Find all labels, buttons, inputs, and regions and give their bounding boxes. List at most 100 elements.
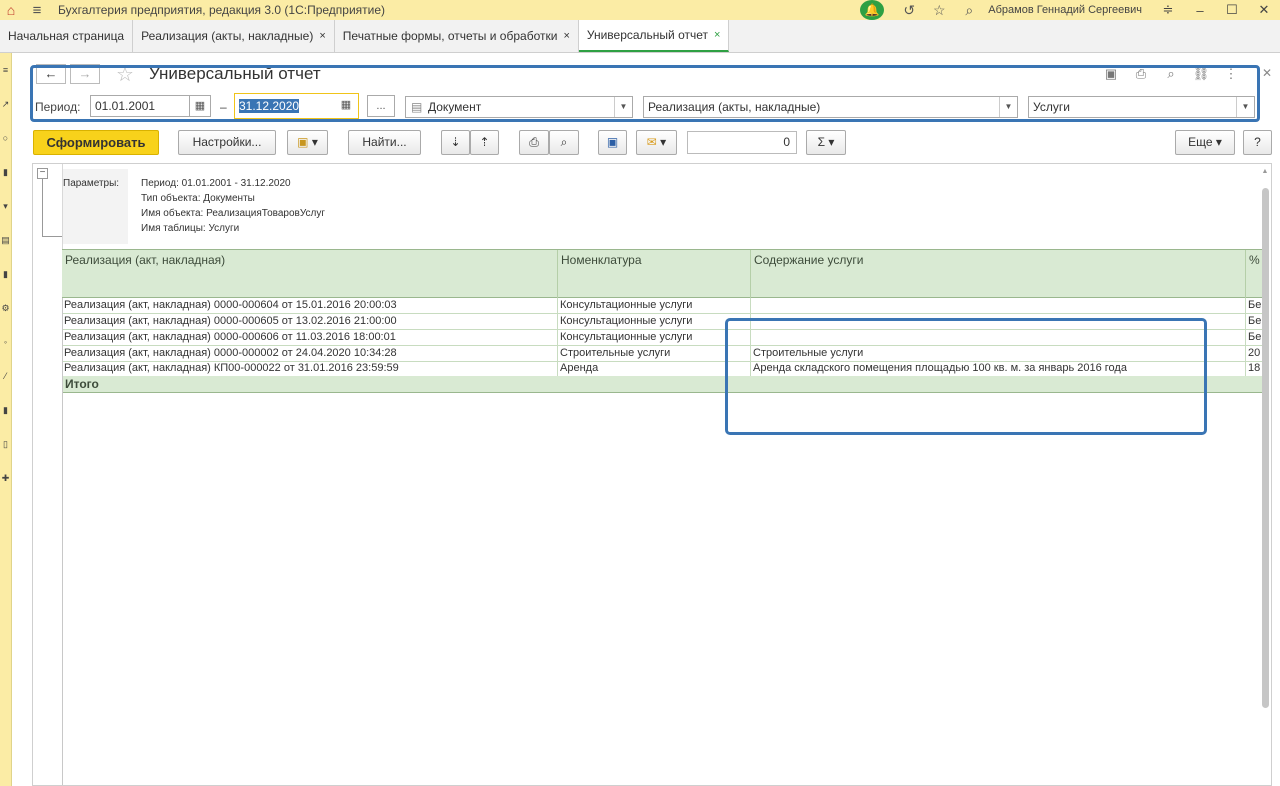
send-email-button[interactable]: ✉ ▾ xyxy=(636,130,677,155)
chevron-down-icon[interactable]: ▼ xyxy=(999,97,1017,117)
calendar-from-icon[interactable]: ▦ xyxy=(189,95,211,117)
settings-menu-icon[interactable]: ≑ xyxy=(1152,2,1184,18)
period-label: Период: xyxy=(35,100,81,114)
section-icon[interactable]: ◦ xyxy=(0,325,11,359)
back-button[interactable]: ← xyxy=(36,64,66,84)
variants-button[interactable]: ▣ ▾ xyxy=(287,130,328,155)
section-icon[interactable]: ⚙ xyxy=(0,291,11,325)
calendar-to-icon[interactable]: ▦ xyxy=(335,95,357,117)
help-button[interactable]: ? xyxy=(1243,130,1272,155)
tab-label: Реализация (акты, накладные) xyxy=(141,29,314,43)
table-cell[interactable]: Строительные услуги xyxy=(751,346,1246,361)
chevron-down-icon[interactable]: ▼ xyxy=(614,97,632,117)
close-tab-icon[interactable]: × xyxy=(319,30,325,42)
save-icon[interactable]: ▣ xyxy=(1096,66,1126,82)
table-cell[interactable] xyxy=(751,314,1246,329)
collapse-group-icon[interactable]: − xyxy=(37,168,48,179)
close-window-icon[interactable]: ✕ xyxy=(1248,2,1280,18)
sort-desc-icon[interactable]: ⇣ xyxy=(441,130,470,155)
table-cell[interactable]: Консультационные услуги xyxy=(558,330,751,345)
section-icon[interactable]: ▯ xyxy=(0,427,11,461)
scroll-thumb[interactable] xyxy=(1262,188,1269,708)
search-icon[interactable]: ⌕ xyxy=(954,2,984,19)
section-icon[interactable]: ↗ xyxy=(0,87,11,121)
favorites-star-icon[interactable]: ☆ xyxy=(924,2,954,19)
column-header[interactable]: Содержание услуги xyxy=(751,250,1246,298)
history-icon[interactable]: ↺ xyxy=(894,2,924,19)
print-button-icon[interactable]: ⎙ xyxy=(519,130,549,155)
section-icon[interactable]: ▮ xyxy=(0,155,11,189)
column-header[interactable]: Реализация (акт, накладная) xyxy=(62,250,558,298)
favorite-star-icon[interactable]: ☆ xyxy=(116,62,134,87)
section-icon[interactable]: ✚ xyxy=(0,461,11,495)
table-row[interactable]: Реализация (акт, накладная) 0000-000604 … xyxy=(62,298,1262,314)
table-row[interactable]: Реализация (акт, накладная) 0000-000605 … xyxy=(62,314,1262,330)
close-tab-icon[interactable]: × xyxy=(714,29,720,41)
table-cell[interactable]: Реализация (акт, накладная) КП00-000022 … xyxy=(62,361,558,376)
find-button[interactable]: Найти... xyxy=(348,130,421,155)
1c-logo-icon[interactable]: ⌂ xyxy=(0,0,22,20)
more-vert-icon[interactable]: ⋮ xyxy=(1216,66,1246,82)
section-icon[interactable]: ▮ xyxy=(0,393,11,427)
link-icon[interactable]: ⛓ xyxy=(1186,66,1216,82)
param-line: Имя объекта: РеализацияТоваровУслуг xyxy=(141,208,325,219)
section-icon[interactable]: ▤ xyxy=(0,223,11,257)
tab-sales-docs[interactable]: Реализация (акты, накладные) × xyxy=(133,20,335,52)
scroll-up-icon[interactable]: ▲ xyxy=(1259,168,1271,175)
section-icon[interactable]: ≡ xyxy=(0,53,11,87)
number-field[interactable]: 0 xyxy=(687,131,797,154)
date-to-value: 31.12.2020 xyxy=(239,99,300,113)
menu-icon[interactable]: ≡ xyxy=(22,2,52,19)
sort-asc-icon[interactable]: ⇡ xyxy=(470,130,499,155)
notifications-bell-icon[interactable]: 🔔 xyxy=(860,0,885,20)
table-cell[interactable]: Реализация (акт, накладная) 0000-000002 … xyxy=(62,346,558,361)
table-cell[interactable]: Реализация (акт, накладная) 0000-000604 … xyxy=(62,298,558,313)
table-row[interactable]: Реализация (акт, накладная) КП00-000022 … xyxy=(62,361,1262,377)
table-cell[interactable]: Реализация (акт, накладная) 0000-000606 … xyxy=(62,330,558,345)
settings-button[interactable]: Настройки... xyxy=(178,130,276,155)
preview-icon[interactable]: ⌕ xyxy=(1156,66,1186,82)
minimize-icon[interactable]: – xyxy=(1184,3,1216,18)
period-select-button[interactable]: ... xyxy=(367,95,395,117)
user-name[interactable]: Абрамов Геннадий Сергеевич xyxy=(988,4,1142,16)
section-icon[interactable]: ○ xyxy=(0,121,11,155)
print-preview-icon[interactable]: ⌕ xyxy=(549,130,579,155)
total-row[interactable]: Итого xyxy=(62,376,1262,393)
save-button-icon[interactable]: ▣ xyxy=(598,130,627,155)
table-cell[interactable]: Консультационные услуги xyxy=(558,298,751,313)
table-cell[interactable] xyxy=(751,330,1246,345)
table-cell[interactable]: Реализация (акт, накладная) 0000-000605 … xyxy=(62,314,558,329)
section-icon[interactable]: ▾ xyxy=(0,189,11,223)
generate-button[interactable]: Сформировать xyxy=(33,130,159,155)
tab-home[interactable]: Начальная страница xyxy=(0,20,134,52)
table-cell[interactable]: Строительные услуги xyxy=(558,346,751,361)
table-cell[interactable]: Консультационные услуги xyxy=(558,314,751,329)
forward-button[interactable]: → xyxy=(70,64,100,84)
print-icon[interactable]: ⎙ xyxy=(1126,66,1156,82)
object-name-select[interactable]: Реализация (акты, накладные) ▼ xyxy=(643,96,1018,118)
section-icon[interactable]: ▮ xyxy=(0,257,11,291)
report-spreadsheet[interactable]: − Параметры: Период: 01.01.2001 - 31.12.… xyxy=(32,163,1272,786)
table-row[interactable]: Реализация (акт, накладная) 0000-000002 … xyxy=(62,346,1262,362)
table-cell[interactable]: Аренда складского помещения площадью 100… xyxy=(751,361,1246,376)
sum-button[interactable]: Σ ▾ xyxy=(806,130,846,155)
table-name-select[interactable]: Услуги ▼ xyxy=(1028,96,1255,118)
table-cell[interactable]: Аренда xyxy=(558,361,751,376)
chevron-down-icon[interactable]: ▼ xyxy=(1236,97,1254,117)
object-type-select[interactable]: ▤ Документ ▼ xyxy=(405,96,633,118)
more-button[interactable]: Еще ▾ xyxy=(1175,130,1235,155)
maximize-icon[interactable]: ☐ xyxy=(1216,2,1248,18)
close-form-icon[interactable]: ✕ xyxy=(1262,66,1272,80)
param-line: Период: 01.01.2001 - 31.12.2020 xyxy=(141,178,291,189)
table-cell[interactable] xyxy=(751,298,1246,313)
tab-universal-report[interactable]: Универсальный отчет × xyxy=(578,20,730,52)
param-line: Имя таблицы: Услуги xyxy=(141,223,240,234)
date-from-field[interactable]: 01.01.2001 xyxy=(90,95,190,117)
table-row[interactable]: Реализация (акт, накладная) 0000-000606 … xyxy=(62,330,1262,346)
close-tab-icon[interactable]: × xyxy=(563,30,569,42)
vertical-scrollbar[interactable]: ▲ xyxy=(1259,168,1271,783)
tab-print-forms[interactable]: Печатные формы, отчеты и обработки × xyxy=(335,20,579,52)
object-type-value: Документ xyxy=(428,100,482,114)
section-icon[interactable]: ⁄ xyxy=(0,359,11,393)
column-header[interactable]: Номенклатура xyxy=(558,250,751,298)
